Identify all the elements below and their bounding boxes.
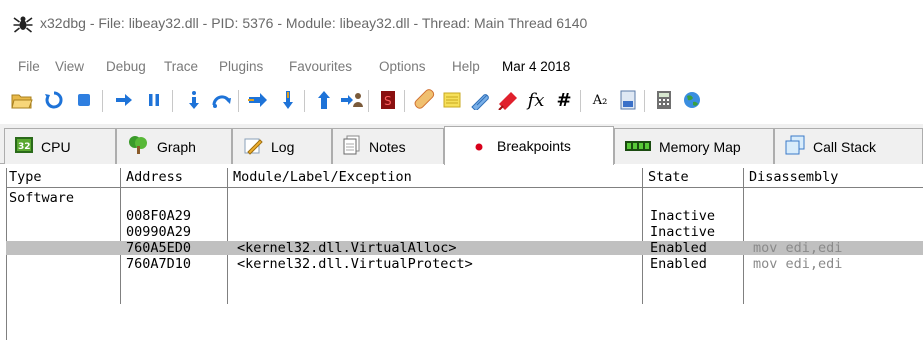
step-into-icon[interactable] <box>182 88 206 112</box>
title-bar: x32dbg - File: libeay32.dll - PID: 5376 … <box>0 0 923 48</box>
labels-icon[interactable] <box>468 88 492 112</box>
column-divider[interactable] <box>120 168 121 188</box>
pause-icon[interactable] <box>142 88 166 112</box>
bug-icon <box>13 14 33 34</box>
window-title: x32dbg - File: libeay32.dll - PID: 5376 … <box>40 15 588 31</box>
scylla-icon[interactable]: S <box>376 88 400 112</box>
toolbar-separator <box>580 90 581 112</box>
open-icon[interactable] <box>10 88 34 112</box>
breakpoints-table[interactable]: Type Address Module/Label/Exception Stat… <box>0 164 923 340</box>
build-date: Mar 4 2018 <box>502 59 571 74</box>
restart-icon[interactable] <box>42 88 66 112</box>
graph-icon <box>127 135 149 158</box>
state-cell: Inactive <box>650 208 716 224</box>
patch-icon[interactable] <box>412 88 436 112</box>
toolbar: S fx # A₂ <box>0 84 923 118</box>
state-cell: Inactive <box>650 224 716 240</box>
breakpoint-dot-icon <box>475 138 483 154</box>
functions-icon[interactable]: fx <box>524 88 548 112</box>
run-to-user-code-icon[interactable] <box>340 88 364 112</box>
column-divider[interactable] <box>642 168 643 188</box>
column-divider[interactable] <box>227 168 228 188</box>
tab-call-stack[interactable]: Call Stack <box>774 128 923 164</box>
column-header-module[interactable]: Module/Label/Exception <box>230 168 412 188</box>
tab-bar: 32 CPU Graph Log Notes Breakpoints Memor… <box>0 124 923 165</box>
memory-map-icon <box>625 139 651 155</box>
trace-into-icon[interactable] <box>246 88 270 112</box>
call-stack-icon <box>785 135 805 158</box>
menu-bar: File View Debug Trace Plugins Favourites… <box>0 56 923 78</box>
step-over-icon[interactable] <box>210 88 234 112</box>
table-row[interactable]: 760A7D10 <kernel32.dll.VirtualProtect> E… <box>6 257 923 271</box>
menu-plugins[interactable]: Plugins <box>219 59 263 74</box>
hash-icon[interactable]: # <box>552 88 576 112</box>
column-divider[interactable] <box>743 168 744 188</box>
table-row-selected[interactable]: 760A5ED0 <kernel32.dll.VirtualAlloc> Ena… <box>6 241 923 255</box>
menu-trace[interactable]: Trace <box>164 59 198 74</box>
toolbar-separator <box>404 90 405 112</box>
bookmarks-icon[interactable] <box>496 88 520 112</box>
address-cell: 008F0A29 <box>126 208 192 224</box>
module-icon[interactable] <box>616 88 640 112</box>
address-cell: 00990A29 <box>126 224 192 240</box>
svg-text:S: S <box>384 94 392 108</box>
group-label: Software <box>9 190 75 206</box>
address-cell: 760A7D10 <box>126 256 192 272</box>
tab-log[interactable]: Log <box>232 128 332 164</box>
disassembly-cell: mov edi,edi <box>753 240 843 256</box>
state-cell: Enabled <box>650 256 707 272</box>
toolbar-separator <box>102 90 103 112</box>
cpu-icon: 32 <box>15 137 33 156</box>
menu-file[interactable]: File <box>18 59 40 74</box>
disassembly-cell: mov edi,edi <box>753 256 843 272</box>
menu-view[interactable]: View <box>55 59 84 74</box>
tab-cpu[interactable]: 32 CPU <box>4 128 116 164</box>
tab-memory-map[interactable]: Memory Map <box>614 128 774 164</box>
menu-options[interactable]: Options <box>379 59 426 74</box>
menu-debug[interactable]: Debug <box>106 59 146 74</box>
toolbar-separator <box>172 90 173 112</box>
column-header-state[interactable]: State <box>645 168 689 188</box>
menu-favourites[interactable]: Favourites <box>289 59 352 74</box>
stop-icon[interactable] <box>72 88 96 112</box>
table-header: Type Address Module/Label/Exception Stat… <box>6 168 923 188</box>
toolbar-separator <box>304 90 305 112</box>
tab-notes[interactable]: Notes <box>332 128 444 164</box>
comments-icon[interactable] <box>440 88 464 112</box>
toolbar-separator <box>238 90 239 112</box>
table-row[interactable]: 008F0A29 Inactive <box>6 209 923 223</box>
notes-icon <box>343 135 361 158</box>
log-icon <box>243 135 263 158</box>
menu-help[interactable]: Help <box>452 59 480 74</box>
run-icon[interactable] <box>112 88 136 112</box>
tab-graph[interactable]: Graph <box>116 128 232 164</box>
column-header-type[interactable]: Type <box>6 168 42 188</box>
table-row[interactable]: 00990A29 Inactive <box>6 225 923 239</box>
svg-text:32: 32 <box>18 142 31 152</box>
column-header-address[interactable]: Address <box>123 168 183 188</box>
globe-icon[interactable] <box>680 88 704 112</box>
toolbar-separator <box>368 90 369 112</box>
calculator-icon[interactable] <box>652 88 676 112</box>
address-cell: 760A5ED0 <box>126 240 192 256</box>
toolbar-separator <box>644 90 645 112</box>
tab-breakpoints[interactable]: Breakpoints <box>444 126 614 165</box>
execute-till-return-icon[interactable] <box>312 88 336 112</box>
label-cell: <kernel32.dll.VirtualAlloc> <box>237 240 457 256</box>
label-cell: <kernel32.dll.VirtualProtect> <box>237 256 473 272</box>
font-icon[interactable]: A₂ <box>588 88 612 112</box>
state-cell: Enabled <box>650 240 707 256</box>
column-header-disassembly[interactable]: Disassembly <box>746 168 838 188</box>
trace-over-icon[interactable] <box>276 88 300 112</box>
group-row-software[interactable]: Software <box>6 191 923 205</box>
